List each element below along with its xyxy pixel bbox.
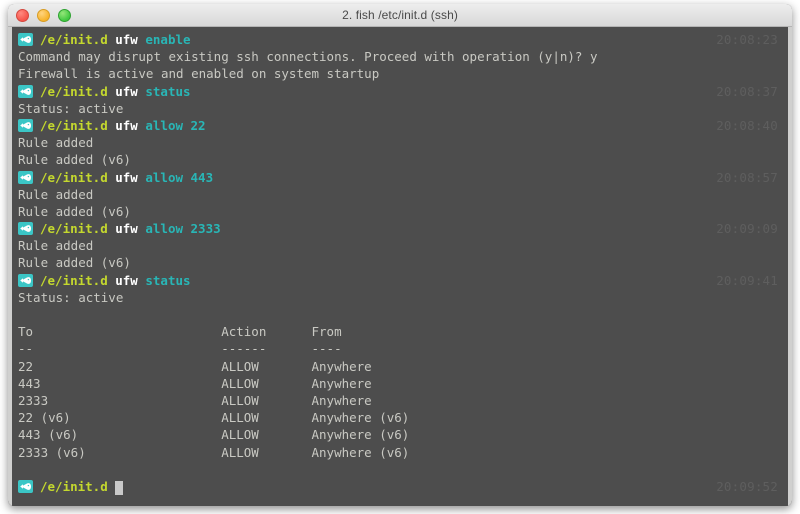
terminal-blank-line: [18, 306, 782, 323]
prompt-arguments: enable: [138, 32, 191, 47]
prompt-path: /e/init.d: [40, 170, 108, 185]
prompt-arguments: allow 443: [138, 170, 213, 185]
terminal-output-line: Rule added: [18, 134, 782, 151]
output-text: -- ------ ----: [18, 341, 342, 356]
prompt-path: /e/init.d: [40, 32, 108, 47]
output-text: Rule added (v6): [18, 152, 131, 167]
command-timestamp: 20:09:52: [716, 478, 778, 495]
output-text: Status: active: [18, 290, 123, 305]
fish-icon: [18, 33, 33, 46]
prompt-command: ufw: [108, 273, 138, 288]
output-text: Rule added: [18, 135, 93, 150]
text-cursor: [115, 481, 123, 495]
terminal-prompt-line[interactable]: /e/init.d ufw status 20:09:41: [18, 272, 782, 289]
terminal-prompt-line[interactable]: /e/init.d ufw allow 443 20:08:57: [18, 169, 782, 186]
terminal-output-line: 443 ALLOW Anywhere: [18, 375, 782, 392]
terminal-window: 2. fish /etc/init.d (ssh) /e/init.d ufw …: [8, 4, 792, 506]
output-text: Status: active: [18, 101, 123, 116]
terminal-output-line: Command may disrupt existing ssh connect…: [18, 48, 782, 65]
command-timestamp: 20:09:09: [716, 220, 778, 237]
terminal-output-line: Status: active: [18, 100, 782, 117]
command-timestamp: 20:08:23: [716, 31, 778, 48]
scrollbar-track[interactable]: [788, 27, 792, 506]
output-text: 443 ALLOW Anywhere: [18, 376, 372, 391]
minimize-button[interactable]: [37, 9, 50, 22]
terminal-output-line: Firewall is active and enabled on system…: [18, 65, 782, 82]
command-timestamp: 20:08:57: [716, 169, 778, 186]
terminal-output-line: 2333 (v6) ALLOW Anywhere (v6): [18, 444, 782, 461]
terminal-body[interactable]: /e/init.d ufw enable 20:08:23 Command may …: [8, 27, 792, 506]
terminal-output-line: Rule added (v6): [18, 203, 782, 220]
window-controls: [8, 9, 71, 22]
command-timestamp: 20:09:41: [716, 272, 778, 289]
output-text: 443 (v6) ALLOW Anywhere (v6): [18, 427, 409, 442]
output-text: Firewall is active and enabled on system…: [18, 66, 379, 81]
terminal-output-line: 443 (v6) ALLOW Anywhere (v6): [18, 426, 782, 443]
prompt-command: ufw: [108, 32, 138, 47]
terminal-output-line: Rule added (v6): [18, 151, 782, 168]
terminal-output-line: Rule added: [18, 237, 782, 254]
window-titlebar[interactable]: 2. fish /etc/init.d (ssh): [8, 4, 792, 27]
fish-icon: [18, 222, 33, 235]
prompt-arguments: status: [138, 84, 191, 99]
output-text: 22 (v6) ALLOW Anywhere (v6): [18, 410, 409, 425]
terminal-blank-line: [18, 461, 782, 478]
command-timestamp: 20:08:40: [716, 117, 778, 134]
prompt-command: ufw: [108, 84, 138, 99]
prompt-command: ufw: [108, 221, 138, 236]
terminal-output-line: Rule added: [18, 186, 782, 203]
prompt-path: /e/init.d: [40, 84, 108, 99]
output-text: Rule added: [18, 187, 93, 202]
fish-icon: [18, 85, 33, 98]
terminal-output-line: 2333 ALLOW Anywhere: [18, 392, 782, 409]
prompt-arguments: allow 22: [138, 118, 206, 133]
prompt-path: /e/init.d: [40, 273, 108, 288]
window-title: 2. fish /etc/init.d (ssh): [8, 8, 792, 22]
terminal-input-line[interactable]: /e/init.d 20:09:52: [18, 478, 782, 495]
terminal-prompt-line[interactable]: /e/init.d ufw enable 20:08:23: [18, 31, 782, 48]
prompt-path: /e/init.d: [40, 479, 108, 494]
prompt-path: /e/init.d: [40, 221, 108, 236]
output-text: Rule added (v6): [18, 204, 131, 219]
output-text: Rule added (v6): [18, 255, 131, 270]
terminal-prompt-line[interactable]: /e/init.d ufw status 20:08:37: [18, 83, 782, 100]
prompt-command: ufw: [108, 170, 138, 185]
output-text: 2333 (v6) ALLOW Anywhere (v6): [18, 445, 409, 460]
output-text: To Action From: [18, 324, 342, 339]
terminal-prompt-line[interactable]: /e/init.d ufw allow 22 20:08:40: [18, 117, 782, 134]
terminal-output-line: Status: active: [18, 289, 782, 306]
terminal-output-line: 22 (v6) ALLOW Anywhere (v6): [18, 409, 782, 426]
prompt-command: ufw: [108, 118, 138, 133]
terminal-output-line: To Action From: [18, 323, 782, 340]
prompt-arguments: status: [138, 273, 191, 288]
terminal-output-line: -- ------ ----: [18, 340, 782, 357]
fish-icon: [18, 480, 33, 493]
output-text: 2333 ALLOW Anywhere: [18, 393, 372, 408]
zoom-button[interactable]: [58, 9, 71, 22]
prompt-arguments: allow 2333: [138, 221, 221, 236]
close-button[interactable]: [16, 9, 29, 22]
output-text: 22 ALLOW Anywhere: [18, 359, 372, 374]
terminal-output-line: 22 ALLOW Anywhere: [18, 358, 782, 375]
output-text: Command may disrupt existing ssh connect…: [18, 49, 597, 64]
fish-icon: [18, 171, 33, 184]
terminal-screen[interactable]: /e/init.d ufw enable 20:08:23 Command may …: [12, 27, 788, 506]
terminal-prompt-line[interactable]: /e/init.d ufw allow 2333 20:09:09: [18, 220, 782, 237]
terminal-output-line: Rule added (v6): [18, 254, 782, 271]
fish-icon: [18, 274, 33, 287]
command-timestamp: 20:08:37: [716, 83, 778, 100]
output-text: Rule added: [18, 238, 93, 253]
fish-icon: [18, 119, 33, 132]
prompt-path: /e/init.d: [40, 118, 108, 133]
